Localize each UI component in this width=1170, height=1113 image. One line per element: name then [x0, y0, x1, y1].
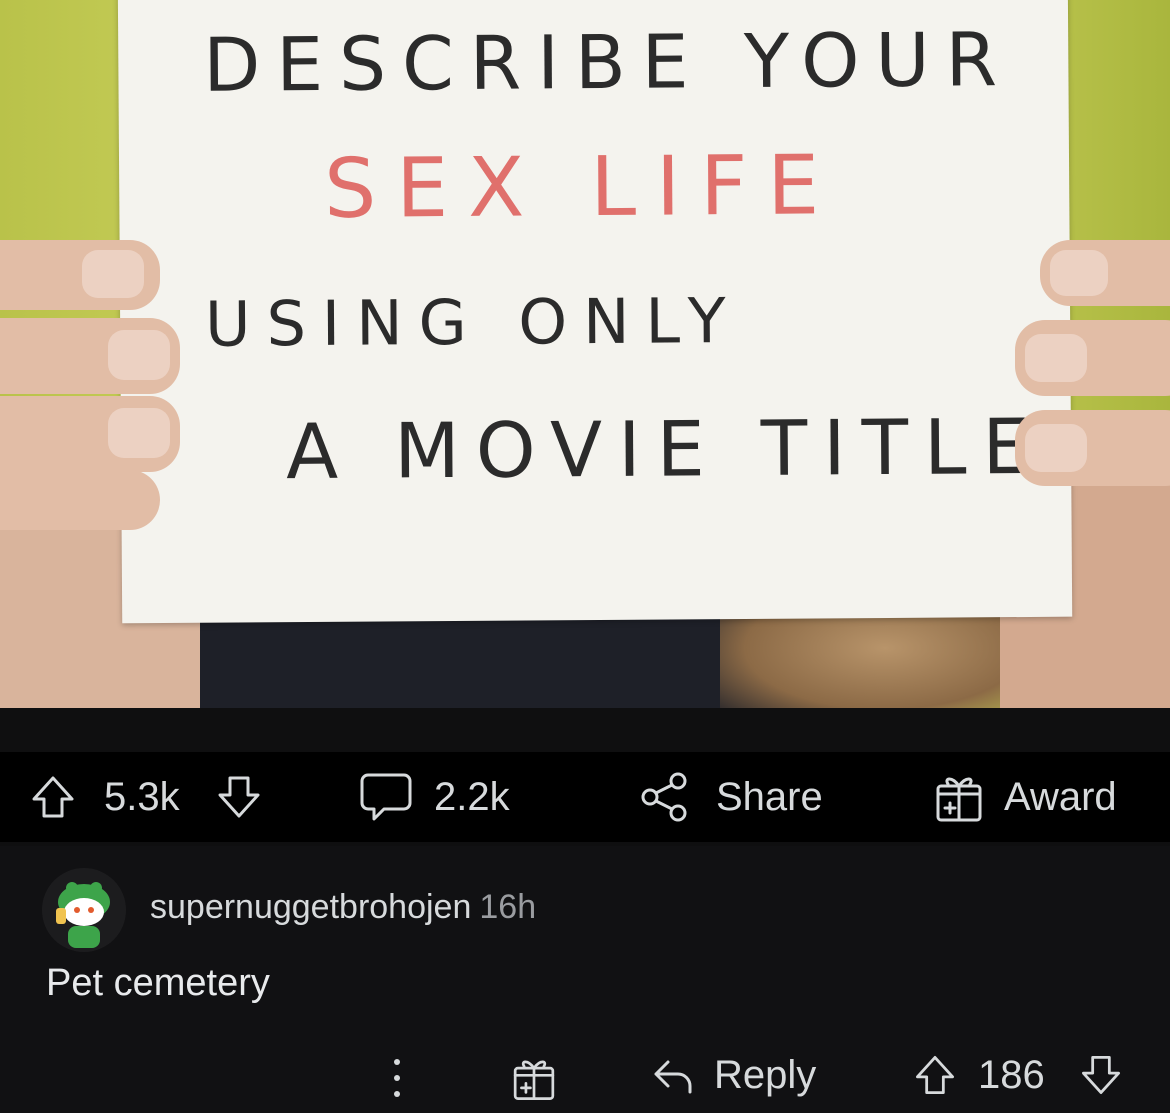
- comment: supernuggetbrohojen 16h Pet cemetery Repl…: [0, 846, 1170, 1113]
- vote-count: 5.3k: [104, 767, 180, 827]
- award-comment-button[interactable]: [508, 1050, 560, 1106]
- upvote-count: 5.3k: [104, 774, 180, 819]
- sign-line-1: DESCRIBE YOUR: [203, 17, 1014, 109]
- gift-icon[interactable]: [930, 768, 988, 826]
- left-finger: [0, 470, 160, 530]
- share-button[interactable]: Share: [636, 767, 823, 827]
- speech-bubble-icon[interactable]: [356, 769, 416, 825]
- avatar[interactable]: [42, 868, 126, 952]
- award-label: Award: [1004, 774, 1117, 819]
- comment-age: 16h: [479, 888, 537, 926]
- comment-text: Pet cemetery: [46, 962, 270, 1004]
- right-fingernail: [1025, 334, 1087, 382]
- left-fingernail: [108, 330, 170, 380]
- comment-count: 2.2k: [434, 774, 510, 819]
- share-icon[interactable]: [636, 768, 694, 826]
- reply-button[interactable]: Reply: [648, 1050, 816, 1100]
- comment-author[interactable]: supernuggetbrohojen 16h: [150, 888, 536, 927]
- post-action-bar: 5.3k 2.2k Share Award: [0, 752, 1170, 842]
- vertical-dots-icon[interactable]: [382, 1050, 412, 1106]
- sign-line-2: SEX LIFE: [323, 138, 840, 237]
- right-fingernail: [1025, 424, 1087, 472]
- arrow-down-icon[interactable]: [212, 770, 266, 824]
- reply-arrow-icon[interactable]: [648, 1050, 698, 1100]
- comment-score: 186: [978, 1052, 1045, 1097]
- more-options-button[interactable]: [382, 1050, 412, 1106]
- sign-line-3: USING ONLY: [204, 283, 742, 361]
- gift-icon[interactable]: [508, 1050, 560, 1106]
- reply-label: Reply: [714, 1052, 817, 1097]
- left-fingernail: [82, 250, 144, 298]
- right-fingernail: [1050, 250, 1108, 296]
- share-label: Share: [716, 774, 823, 819]
- arrow-down-icon[interactable]: [1076, 1050, 1126, 1100]
- arrow-up-icon[interactable]: [910, 1050, 960, 1100]
- handwritten-sign: DESCRIBE YOUR SEX LIFE USING ONLY A MOVI…: [117, 0, 1073, 624]
- award-button[interactable]: Award: [930, 767, 1117, 827]
- upvote-button[interactable]: [26, 767, 80, 827]
- sign-line-4: A MOVIE TITLE: [285, 401, 1047, 497]
- comment-action-bar: Reply 186: [0, 1042, 1170, 1112]
- downvote-button[interactable]: [212, 767, 266, 827]
- comment-upvote-button[interactable]: 186: [910, 1050, 1045, 1100]
- left-fingernail: [108, 408, 170, 458]
- snoo-avatar-icon: [42, 868, 126, 952]
- arrow-up-icon[interactable]: [26, 770, 80, 824]
- comment-downvote-button[interactable]: [1076, 1050, 1126, 1100]
- post-image[interactable]: DESCRIBE YOUR SEX LIFE USING ONLY A MOVI…: [0, 0, 1170, 708]
- username[interactable]: supernuggetbrohojen: [150, 888, 471, 926]
- comments-button[interactable]: 2.2k: [356, 767, 510, 827]
